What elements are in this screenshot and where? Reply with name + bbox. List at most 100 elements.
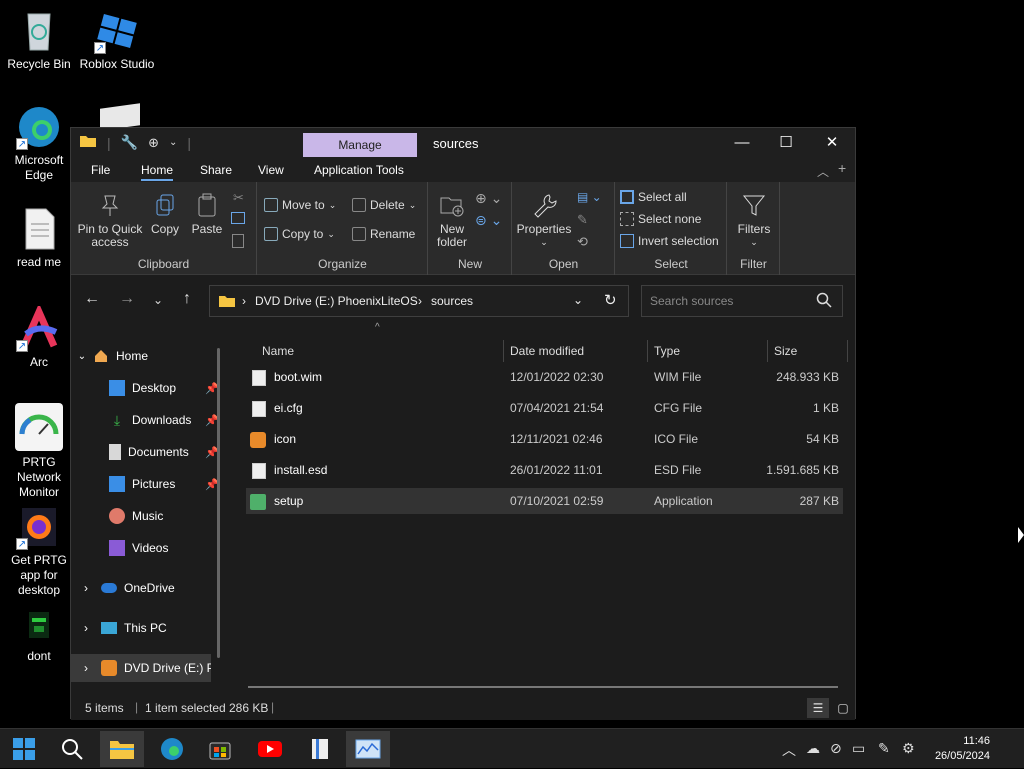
pen-icon[interactable]: ✎	[878, 740, 890, 757]
music-icon	[109, 508, 125, 524]
phoenix-icon	[250, 431, 266, 448]
tab-home[interactable]: Home	[141, 163, 174, 181]
column-header-name[interactable]: Name	[256, 340, 504, 362]
file-row[interactable]: install.esd 26/01/2022 11:01 ESD File 1.…	[246, 457, 843, 483]
chevron-down-icon[interactable]: ⌄	[573, 293, 583, 307]
properties-qat-icon[interactable]: 🔧	[121, 134, 138, 151]
start-button[interactable]	[2, 731, 46, 767]
history-icon[interactable]: ⟲	[577, 234, 588, 250]
file-row[interactable]: ei.cfg 07/04/2021 21:54 CFG File 1 KB	[246, 395, 843, 421]
desktop-icon-read-me[interactable]: read me	[0, 206, 78, 270]
large-icons-view-button[interactable]: ▢	[833, 698, 853, 718]
pin-to-quick-access-button[interactable]: Pin to Quick access	[77, 192, 143, 249]
easy-access-icon[interactable]: ⊜ ⌄	[475, 212, 502, 229]
onedrive-paused-icon[interactable]: ⊘	[830, 740, 842, 757]
breadcrumb-sources[interactable]: sources	[431, 294, 473, 308]
column-header-type[interactable]: Type	[648, 340, 768, 362]
desktop-icon-arc[interactable]: ↗ Arc	[0, 303, 78, 370]
open-icon[interactable]: ▤ ⌄	[577, 190, 602, 204]
settings-sliders-icon[interactable]: ⚙	[902, 740, 915, 757]
search-button[interactable]	[50, 731, 94, 767]
taskbar-file-explorer[interactable]	[100, 731, 144, 767]
tab-file[interactable]: File	[91, 163, 110, 177]
desktop-icon-roblox-studio[interactable]: ↗ Roblox Studio	[78, 8, 156, 72]
file-list-scrollbar[interactable]	[248, 686, 838, 688]
tree-item-dvd-drive[interactable]: › DVD Drive (E:) Ph	[71, 654, 211, 682]
help-icon[interactable]: +	[838, 160, 846, 176]
delete-button[interactable]: Delete ⌄	[352, 198, 416, 212]
filters-button[interactable]: Filters ⌄	[732, 192, 776, 249]
paste-shortcut-icon[interactable]	[232, 234, 244, 248]
copy-button[interactable]: Copy	[147, 192, 183, 236]
tree-item-home[interactable]: ⌄ Home	[71, 342, 221, 370]
column-header-date-modified[interactable]: Date modified	[504, 340, 648, 362]
paste-button[interactable]: Paste	[189, 192, 225, 236]
move-to-button[interactable]: Move to ⌄	[264, 198, 336, 212]
taskbar-youtube[interactable]	[248, 731, 292, 767]
network-off-icon[interactable]: ☁	[806, 740, 820, 757]
properties-button[interactable]: Properties ⌄	[515, 192, 573, 249]
new-folder-qat-icon[interactable]: ⊕	[148, 135, 159, 151]
minimize-button[interactable]: —	[719, 128, 765, 158]
tree-item-onedrive[interactable]: › OneDrive	[71, 574, 221, 602]
search-input[interactable]: Search sources	[641, 285, 843, 317]
file-row[interactable]: boot.wim 12/01/2022 02:30 WIM File 248.9…	[246, 364, 843, 390]
select-none-icon	[620, 212, 634, 226]
desktop-icon-recycle-bin[interactable]: Recycle Bin	[0, 8, 78, 72]
cut-icon[interactable]: ✂	[233, 190, 244, 206]
display-icon[interactable]: ▭	[852, 740, 865, 757]
chevron-down-icon[interactable]: ⌄	[169, 137, 177, 148]
tab-share[interactable]: Share	[200, 163, 232, 177]
new-item-icon[interactable]: ⊕ ⌄	[475, 190, 502, 207]
taskbar-edge[interactable]	[150, 731, 194, 767]
firefox-icon: ↗	[16, 504, 62, 550]
tree-item-documents[interactable]: Documents 📌	[71, 438, 221, 466]
edit-icon[interactable]: ✎	[577, 212, 588, 228]
tree-item-pictures[interactable]: Pictures 📌	[71, 470, 221, 498]
copy-path-icon[interactable]	[231, 212, 245, 224]
invert-selection-button[interactable]: Invert selection	[620, 234, 719, 248]
rename-button[interactable]: Rename	[352, 227, 415, 241]
ribbon-group-label: Organize	[318, 257, 367, 271]
refresh-icon[interactable]: ↻	[604, 291, 617, 309]
show-hidden-icons-button[interactable]: ︿	[782, 740, 796, 760]
desktop-icon-prtg[interactable]: PRTG Network Monitor	[0, 402, 78, 500]
show-desktop-button[interactable]	[1016, 729, 1024, 769]
forward-button[interactable]: →	[116, 290, 138, 308]
up-button[interactable]: ↑	[176, 290, 198, 308]
breadcrumb-drive[interactable]: DVD Drive (E:) PhoenixLiteOS	[255, 294, 418, 308]
desktop-icon-edge[interactable]: ↗ Microsoft Edge	[0, 104, 78, 183]
copy-to-button[interactable]: Copy to ⌄	[264, 227, 335, 241]
details-view-button[interactable]: ☰	[807, 698, 829, 718]
taskbar-app[interactable]	[298, 731, 342, 767]
new-folder-button[interactable]: New folder	[435, 192, 469, 249]
desktop-icon-dont[interactable]: dont	[0, 606, 78, 664]
tree-item-downloads[interactable]: ⤓ Downloads 📌	[71, 406, 221, 434]
taskbar-store[interactable]	[198, 731, 242, 767]
select-none-button[interactable]: Select none	[620, 212, 701, 226]
navigation-pane-scrollbar[interactable]	[217, 348, 220, 658]
desktop-icon-label: Arc	[30, 355, 48, 369]
select-all-button[interactable]: Select all	[620, 190, 687, 204]
recycle-bin-icon	[16, 8, 62, 54]
file-row[interactable]: icon 12/11/2021 02:46 ICO File 54 KB	[246, 426, 843, 452]
tree-item-music[interactable]: Music	[71, 502, 221, 530]
back-button[interactable]: ←	[81, 290, 103, 308]
system-clock[interactable]: 11:46 26/05/2024	[935, 734, 990, 764]
tree-item-this-pc[interactable]: › This PC	[71, 614, 221, 642]
address-bar[interactable]: › DVD Drive (E:) PhoenixLiteOS › sources…	[209, 285, 629, 317]
tab-manage[interactable]: Manage	[303, 133, 417, 157]
taskbar-monitor[interactable]	[346, 731, 390, 767]
tree-item-videos[interactable]: Videos	[71, 534, 221, 562]
file-row-selected[interactable]: setup 07/10/2021 02:59 Application 287 K…	[246, 488, 843, 514]
close-button[interactable]: ✕	[809, 128, 855, 158]
collapse-ribbon-icon[interactable]: ︿	[817, 163, 829, 180]
column-header-size[interactable]: Size	[768, 340, 848, 362]
desktop-icon-get-prtg[interactable]: ↗ Get PRTG app for desktop	[0, 504, 78, 598]
tab-application-tools[interactable]: Application Tools	[314, 163, 404, 177]
maximize-button[interactable]: ☐	[763, 128, 809, 158]
tree-item-desktop[interactable]: Desktop 📌	[71, 374, 221, 402]
ribbon-group-label: Open	[548, 257, 579, 271]
tab-view[interactable]: View	[258, 163, 284, 177]
recent-locations-button[interactable]: ⌄	[147, 293, 169, 307]
